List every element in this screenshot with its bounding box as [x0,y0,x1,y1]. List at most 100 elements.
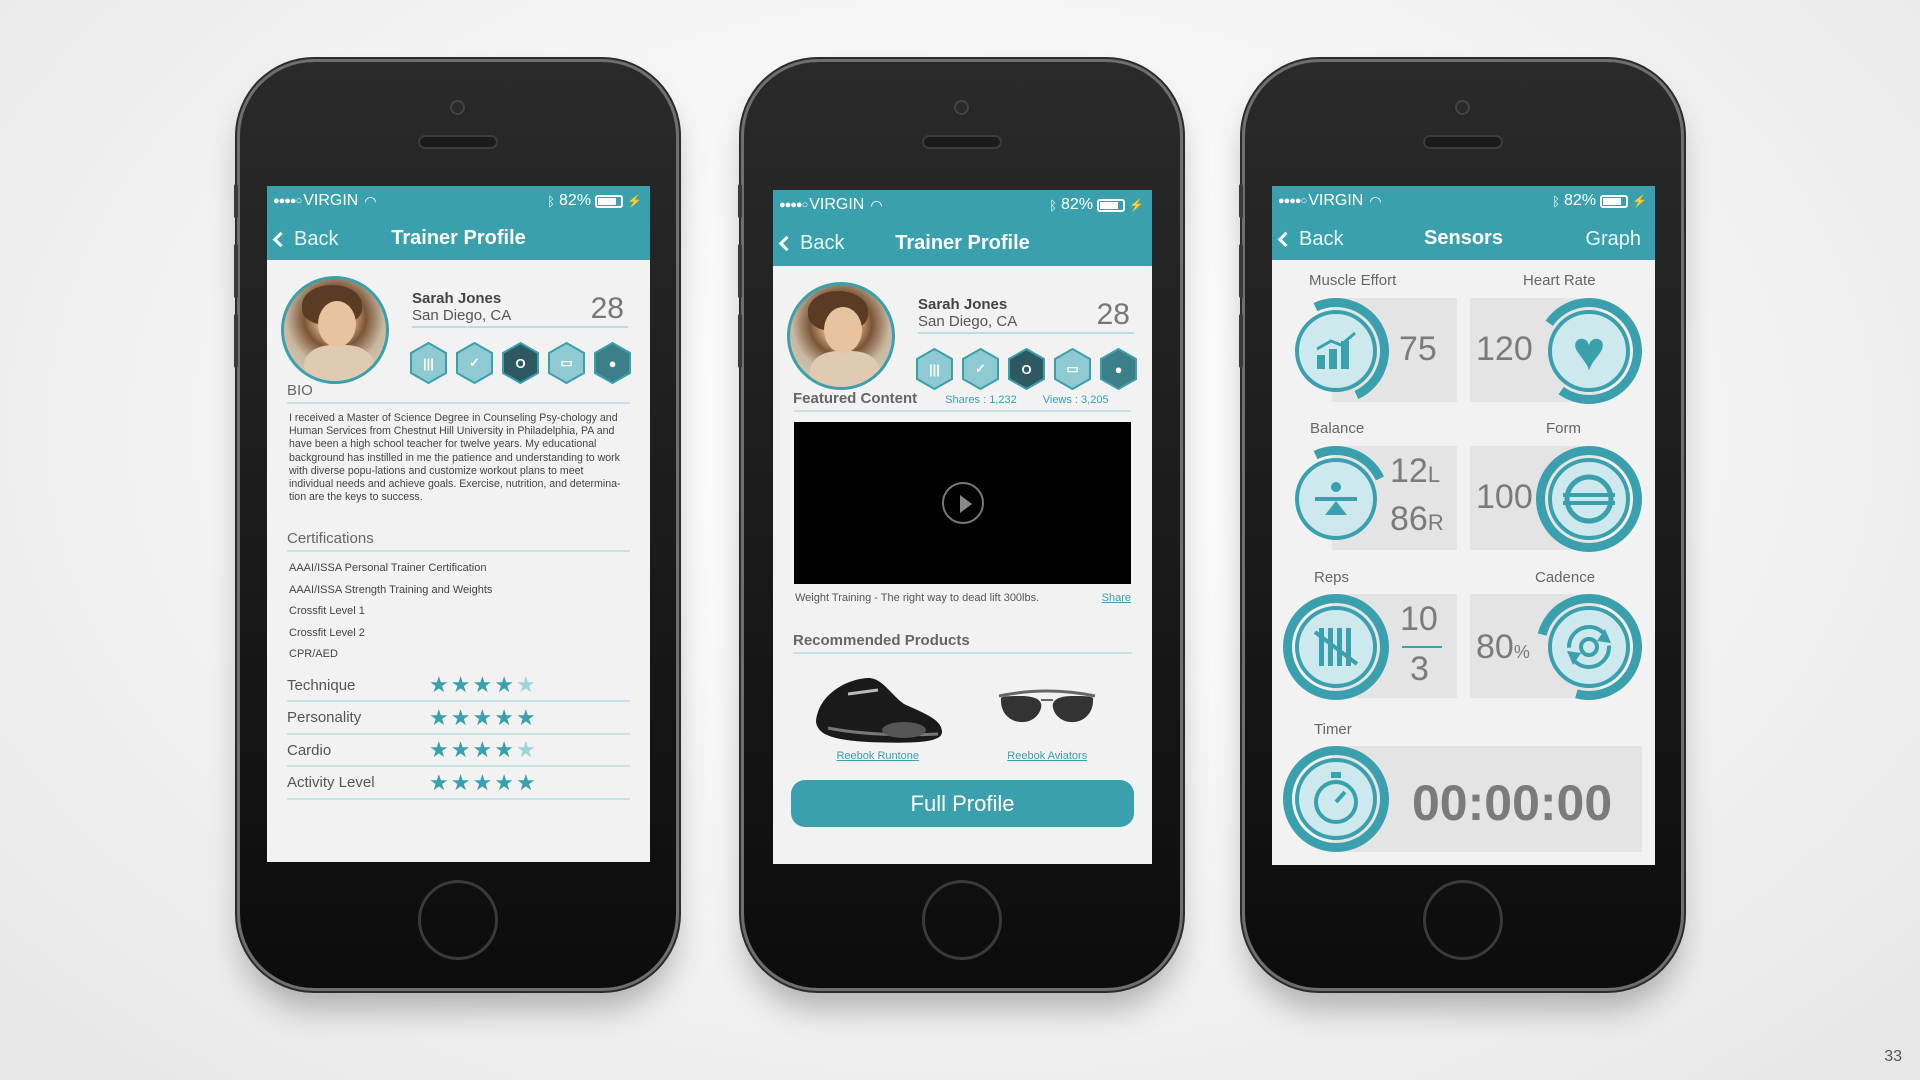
screen: ●●●●○ VIRGIN ◠ ᛒ 82% ⚡ Back Trainer Prof… [267,186,650,862]
chevron-left-icon [272,231,289,248]
badge-shield-icon[interactable]: ✓ [961,348,1000,390]
bar-chart-icon [1295,310,1377,392]
volume-down-button [738,314,742,368]
wifi-icon: ◠ [364,192,377,209]
play-icon[interactable] [941,482,984,524]
views-count: Views : 3,205 [1042,394,1109,406]
bio-heading: BIO [287,382,313,399]
volume-up-button [1239,244,1243,298]
balance-right: 86R [1390,500,1444,539]
carrier-label: VIRGIN [303,192,359,209]
back-button[interactable]: Back [778,232,845,255]
certifications-list: AAAI/ISSA Personal Trainer Certification… [267,552,650,666]
reps-top-value: 10 [1400,600,1438,638]
video-player[interactable] [794,422,1131,584]
video-caption: Weight Training - The right way to dead … [795,592,1040,604]
signal-dots: ●●●●○ [1278,195,1307,207]
share-link[interactable]: Share [1102,592,1131,604]
rating-label: Personality [287,709,362,727]
balance-left-unit: L [1427,462,1441,487]
badge-screen-icon[interactable]: ▭ [547,342,586,384]
avatar[interactable] [281,276,389,384]
cadence-gauge[interactable] [1516,574,1655,720]
star-icon: ★ [515,769,536,795]
muscle-effort-value: 75 [1399,330,1437,368]
featured-title: Featured Content [793,390,918,407]
name-block: Sarah Jones San Diego, CA 28 [412,290,628,328]
star-icon: ★ [429,672,449,698]
rating-row: Activity Level ★ ★ ★ ★ ★ [287,767,630,800]
badge-o-icon[interactable]: O [501,342,540,384]
certifications-heading: Certifications [287,530,374,548]
badge-bars-icon[interactable]: ||| [915,348,954,390]
bluetooth-icon: ᛒ [1049,197,1058,213]
rating-label: Activity Level [287,774,375,792]
product-label[interactable]: Reebok Runtone [808,750,948,762]
timer-gauge[interactable] [1283,746,1389,852]
profile-header: Sarah Jones San Diego, CA 28 ||| ✓ O ▭ ● [773,266,1152,390]
phone-featured-content: ●●●●○ VIRGIN ◠ ᛒ 82% ⚡ Back Trainer Prof… [738,62,1180,988]
product-card[interactable]: Reebok Aviators [977,664,1117,762]
cycle-icon [1548,606,1630,688]
star-icon: ★ [450,672,471,698]
home-button[interactable] [1423,880,1503,960]
heart-rate-gauge[interactable]: ♥ [1527,289,1651,413]
badge-shield-icon[interactable]: ✓ [455,342,494,384]
star-icon: ★ [450,769,471,795]
rating-row: Personality ★ ★ ★ ★ ★ [287,702,630,735]
graph-button[interactable]: Graph [1585,228,1641,251]
video-caption-row: Weight Training - The right way to dead … [773,584,1152,604]
muscle-effort-gauge[interactable] [1272,283,1404,419]
balance-gauge[interactable] [1272,431,1404,567]
form-icon [1548,458,1630,540]
volume-up-button [738,244,742,298]
back-button[interactable]: Back [272,228,338,251]
phone-trainer-bio: ●●●●○ VIRGIN ◠ ᛒ 82% ⚡ Back Trainer Prof… [234,62,676,988]
screen: ●●●●○ VIRGIN ◠ ᛒ 82% ⚡ Back Sensors Grap… [1272,186,1655,865]
form-gauge[interactable] [1536,446,1642,552]
home-button[interactable] [922,880,1002,960]
timer-value: 00:00:00 [1412,775,1613,831]
front-camera [450,100,465,115]
mute-switch [738,184,742,218]
name-block: Sarah Jones San Diego, CA 28 [918,296,1134,334]
avatar[interactable] [787,282,895,390]
earpiece-speaker [922,135,1002,149]
battery-percent: 82% [1061,196,1094,213]
star-icon: ★ [450,704,471,730]
star-icon: ★ [450,737,471,763]
badge-screen-icon[interactable]: ▭ [1053,348,1092,390]
reps-gauge[interactable] [1283,594,1389,700]
bio-text: I received a Master of Science Degree in… [289,412,621,504]
cert-item: AAAI/ISSA Strength Training and Weights [289,583,493,596]
back-label: Back [800,232,845,254]
badge-person-icon[interactable]: ● [1099,348,1138,390]
timer-label: Timer [1314,721,1352,738]
bluetooth-icon: ᛒ [547,193,556,209]
rating-row: Technique ★ ★ ★ ★ ★ [287,670,630,703]
mute-switch [234,184,238,218]
badge-person-icon[interactable]: ● [593,342,632,384]
signal-dots: ●●●●○ [273,195,302,207]
star-icon: ★ [515,672,536,698]
product-label[interactable]: Reebok Aviators [977,750,1117,762]
badge-bars-icon[interactable]: ||| [409,342,448,384]
bluetooth-icon: ᛒ [1552,193,1561,209]
battery-icon [595,194,624,208]
cadence-value: 80 [1476,628,1514,666]
star-icon: ★ [494,769,514,795]
status-bar: ●●●●○ VIRGIN ◠ ᛒ 82% ⚡ [267,186,650,216]
status-bar: ●●●●○ VIRGIN ◠ ᛒ 82% ⚡ [1272,186,1655,216]
wifi-icon: ◠ [1369,192,1382,209]
home-button[interactable] [418,880,498,960]
sunglasses-image[interactable] [977,664,1117,750]
trainer-age: 28 [590,292,624,325]
chevron-left-icon [778,235,795,252]
star-icon: ★ [429,704,449,730]
shoe-image[interactable] [808,664,948,750]
full-profile-button[interactable]: Full Profile [791,780,1134,827]
star-icon: ★ [494,672,514,698]
badge-o-icon[interactable]: O [1007,348,1046,390]
product-card[interactable]: Reebok Runtone [808,664,948,762]
back-button[interactable]: Back [1277,228,1343,251]
